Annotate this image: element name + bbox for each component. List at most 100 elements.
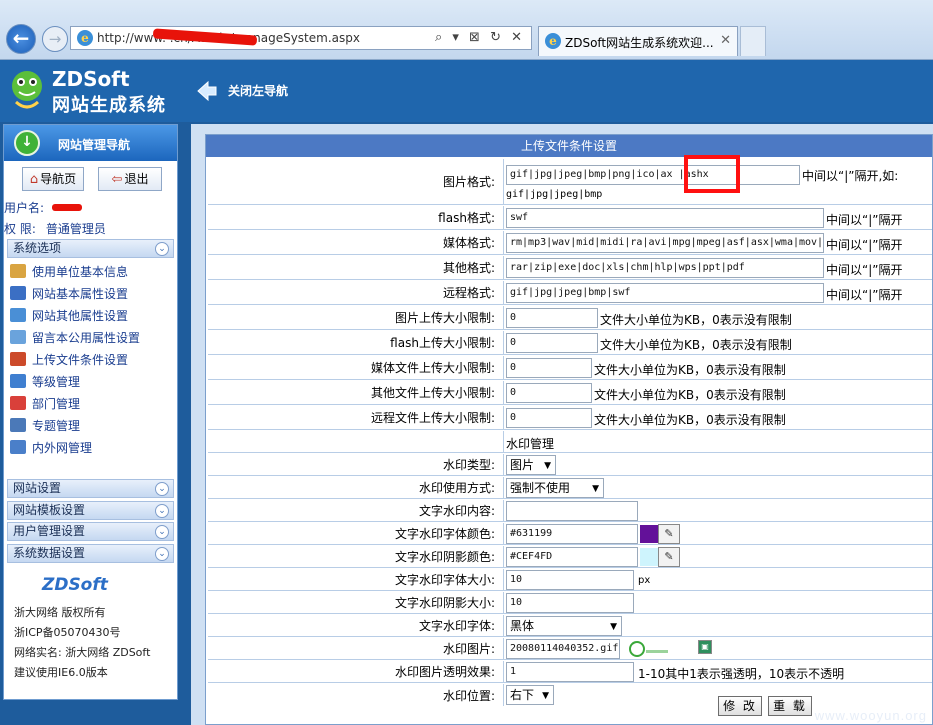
section-data-settings[interactable]: 系统数据设置 ⌄: [7, 544, 174, 563]
chevron-down-icon[interactable]: ⌄: [155, 547, 169, 561]
remote-format-hint: 中间以“|”隔开: [826, 288, 903, 302]
wm-shadow-size-label: 文字水印阴影大小:: [208, 592, 504, 613]
section-user-settings[interactable]: 用户管理设置 ⌄: [7, 522, 174, 541]
wm-alpha-hint: 1-10其中1表示强透明，10表示不透明: [638, 667, 845, 681]
remote-size-label: 远程文件上传大小限制:: [208, 406, 504, 429]
flash-format-label: flash格式:: [208, 206, 504, 229]
image-size-input[interactable]: 0: [506, 308, 598, 328]
wm-position-select[interactable]: 右下 ▼: [506, 685, 554, 705]
redaction-mark: [52, 204, 82, 211]
wm-font-size-input[interactable]: 10: [506, 570, 634, 590]
form-panel: 上传文件条件设置 图片格式: gif|jpg|jpeg|bmp|png|ico|…: [205, 134, 933, 725]
footer-icp: 浙ICP备05070430号: [14, 626, 121, 639]
shadow-color-swatch: [640, 548, 658, 566]
logout-button[interactable]: ⇦ 退出: [98, 167, 162, 191]
new-tab-button[interactable]: [740, 26, 766, 56]
section-label: 网站设置: [13, 481, 62, 495]
chevron-down-icon[interactable]: ⌄: [155, 504, 169, 518]
logo-subtitle: 网站生成系统: [52, 95, 166, 116]
wm-image-label: 水印图片:: [208, 638, 504, 659]
row-other-format: 其他格式: rar|zip|exe|doc|xls|chm|hlp|wps|pp…: [208, 256, 932, 280]
sidebar-item[interactable]: 内外网管理: [10, 437, 175, 459]
address-bar-icons[interactable]: ⌕ ▾ ⊠ ↻ ✕: [435, 30, 525, 45]
home-icon: ⌂: [29, 172, 39, 187]
flash-size-input[interactable]: 0: [506, 333, 598, 353]
sidebar-item[interactable]: 网站其他属性设置: [10, 305, 175, 327]
arrow-left-icon[interactable]: [196, 80, 218, 102]
home-button[interactable]: ⌂ 导航页: [22, 167, 84, 191]
wm-font-select[interactable]: 黑体 ▼: [506, 616, 622, 636]
forward-button[interactable]: →: [42, 26, 68, 52]
heart-icon: [10, 396, 26, 410]
watermark-section-spacer: [208, 431, 504, 452]
flash-size-label: flash上传大小限制:: [208, 331, 504, 354]
section-site-settings[interactable]: 网站设置 ⌄: [7, 479, 174, 498]
remote-format-input[interactable]: gif|jpg|jpeg|bmp|swf: [506, 283, 824, 303]
row-wm-shadow-color: 文字水印阴影颜色: #CEF4FD ✎: [208, 546, 932, 568]
chevron-down-icon[interactable]: ⌄: [155, 482, 169, 496]
wm-font-color-input[interactable]: #631199: [506, 524, 638, 544]
chevron-down-icon: ▼: [544, 461, 551, 471]
sidebar-item[interactable]: 上传文件条件设置: [10, 349, 175, 371]
row-wm-position: 水印位置: 右下 ▼: [208, 684, 932, 706]
exit-icon: ⇦: [111, 172, 123, 187]
sidebar-item[interactable]: 留言本公用属性设置: [10, 327, 175, 349]
wm-mode-select[interactable]: 强制不使用 ▼: [506, 478, 604, 498]
sidebar-header: ↓ 网站管理导航: [4, 125, 177, 161]
wm-image-input[interactable]: 20080114040352.gif: [506, 639, 620, 659]
sidebar-title: 网站管理导航: [58, 138, 131, 152]
reset-button[interactable]: 重 载: [768, 696, 812, 716]
sidebar-item[interactable]: 使用单位基本信息: [10, 261, 175, 283]
chevron-down-icon: ▼: [592, 484, 599, 494]
watermark-preview-icon: [629, 641, 668, 657]
color-picker-icon[interactable]: ✎: [658, 547, 680, 567]
sidebar-item[interactable]: 专题管理: [10, 415, 175, 437]
section-system-options[interactable]: 系统选项 ⌄: [7, 239, 174, 258]
remote-size-input[interactable]: 0: [506, 408, 592, 428]
row-watermark-section: 水印管理: [208, 431, 932, 453]
section-label: 系统选项: [13, 241, 62, 255]
wm-alpha-input[interactable]: 1: [506, 662, 634, 682]
wm-alpha-label: 水印图片透明效果:: [208, 661, 504, 682]
wm-type-label: 水印类型:: [208, 454, 504, 475]
image-size-hint: 文件大小单位为KB，0表示没有限制: [600, 313, 792, 327]
home-button-label: 导航页: [40, 172, 77, 186]
color-picker-icon[interactable]: ✎: [658, 524, 680, 544]
role-label: 权 限:: [4, 222, 36, 236]
image-format-label: 图片格式:: [208, 159, 504, 204]
sidebar-item[interactable]: 等级管理: [10, 371, 175, 393]
tab-close-icon[interactable]: ✕: [720, 33, 731, 48]
chevron-down-icon[interactable]: ⌄: [155, 242, 169, 256]
chevron-down-icon[interactable]: ⌄: [155, 525, 169, 539]
wm-text-input[interactable]: [506, 501, 638, 521]
sidebar-item[interactable]: 部门管理: [10, 393, 175, 415]
wm-font-value: 黑体: [510, 619, 535, 633]
other-size-input[interactable]: 0: [506, 383, 592, 403]
upload-icon: [10, 352, 26, 366]
footer-suggest: 建议使用IE6.0版本: [14, 666, 108, 679]
other-format-input[interactable]: rar|zip|exe|doc|xls|chm|hlp|wps|ppt|pdf: [506, 258, 824, 278]
row-wm-alpha: 水印图片透明效果: 1 1-10其中1表示强透明，10表示不透明: [208, 661, 932, 683]
user-name-label: 用户名:: [4, 201, 45, 215]
address-bar[interactable]: e http://www. .cn/Admin/manageSystem.asp…: [70, 26, 532, 50]
browser-tab[interactable]: e ZDSoft网站生成系统欢迎... ✕: [538, 26, 738, 56]
close-nav-link[interactable]: 关闭左导航: [228, 82, 288, 99]
sidebar-item[interactable]: 网站基本属性设置: [10, 283, 175, 305]
media-format-input[interactable]: rm|mp3|wav|mid|midi|ra|avi|mpg|mpeg|asf|…: [506, 233, 824, 253]
image-format-input[interactable]: gif|jpg|jpeg|bmp|png|ico|ax |ashx: [506, 165, 800, 185]
image-format-example: gif|jpg|jpeg|bmp: [506, 189, 603, 200]
download-icon: ↓: [14, 130, 40, 156]
media-size-input[interactable]: 0: [506, 358, 592, 378]
wm-shadow-size-input[interactable]: 10: [506, 593, 634, 613]
back-button[interactable]: ←: [6, 24, 36, 54]
remote-size-hint: 文件大小单位为KB，0表示没有限制: [594, 413, 786, 427]
wm-type-select[interactable]: 图片 ▼: [506, 455, 556, 475]
flash-format-input[interactable]: swf: [506, 208, 824, 228]
wm-type-value: 图片: [510, 458, 535, 472]
browse-icon[interactable]: ▣: [698, 640, 712, 654]
row-image-format: 图片格式: gif|jpg|jpeg|bmp|png|ico|ax |ashx …: [208, 159, 932, 205]
wm-shadow-color-input[interactable]: #CEF4FD: [506, 547, 638, 567]
edit-button[interactable]: 修 改: [718, 696, 762, 716]
section-template-settings[interactable]: 网站模板设置 ⌄: [7, 501, 174, 520]
site-watermark: www.wooyun.org: [814, 708, 927, 723]
